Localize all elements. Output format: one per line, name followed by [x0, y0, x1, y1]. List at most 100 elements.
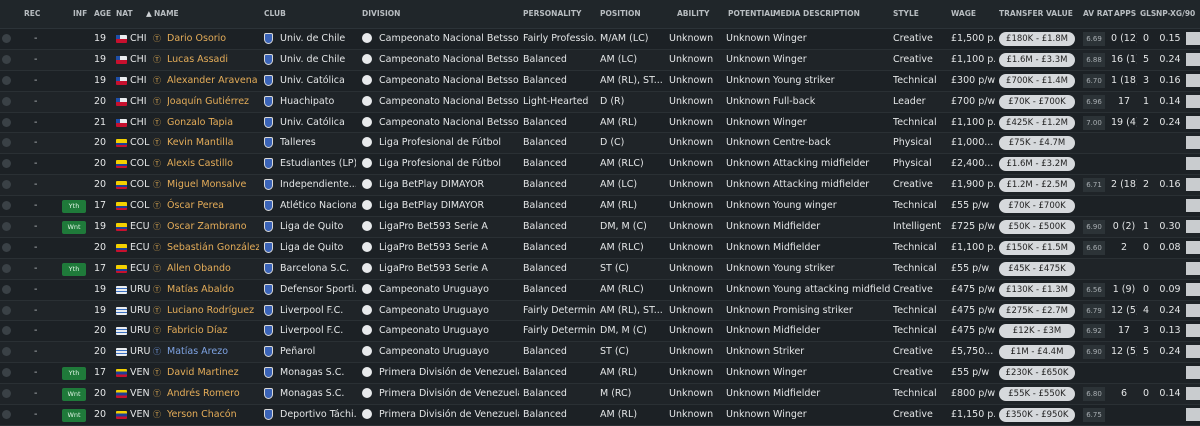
select-checkbox-icon[interactable] [2, 133, 12, 152]
col-nat-header[interactable]: NAT [116, 0, 133, 28]
select-checkbox-icon[interactable] [2, 29, 12, 48]
table-row[interactable]: - 19 URU Ⓣ Matías Abaldo Defensor Sporti... Ca… [0, 280, 1200, 301]
table-row[interactable]: - Wnt 20 VEN Ⓣ Yerson Chacón Deportivo Táchi..… [0, 405, 1200, 426]
select-checkbox-icon[interactable] [2, 384, 12, 403]
table-row[interactable]: - Yth 17 VEN Ⓣ David Martinez Monagas S.C. Prim… [0, 363, 1200, 385]
table-row[interactable]: - Wnt 19 ECU Ⓣ Oscar Zambrano Liga de Quito Lig… [0, 217, 1200, 238]
club-link[interactable]: Monagas S.C. [280, 384, 356, 403]
player-name-link[interactable]: Luciano Rodríguez [167, 301, 259, 320]
select-checkbox-icon[interactable] [2, 342, 12, 361]
col-inf-header[interactable]: INF [73, 0, 87, 28]
col-division-header[interactable]: DIVISION [362, 0, 400, 28]
col-wage-header[interactable]: WAGE [951, 0, 976, 28]
col-apps-header[interactable]: APPS [1114, 0, 1136, 28]
col-style-header[interactable]: STYLE [893, 0, 919, 28]
table-row[interactable]: - 19 CHI Ⓣ Lucas Assadi Univ. de Chile Campeon… [0, 49, 1200, 71]
select-checkbox-icon[interactable] [2, 113, 12, 132]
table-row[interactable]: - Yth 17 COL Ⓣ Óscar Perea Atlético Nacional Li… [0, 196, 1200, 218]
club-link[interactable]: Barcelona S.C. [280, 259, 356, 278]
division-link[interactable]: LigaPro Bet593 Serie A [379, 217, 519, 236]
table-row[interactable]: - 19 URU Ⓣ Luciano Rodríguez Liverpool F.C. Ca… [0, 300, 1200, 322]
select-checkbox-icon[interactable] [2, 71, 12, 90]
col-club-header[interactable]: CLUB [264, 0, 286, 28]
table-row[interactable]: - 19 CHI Ⓣ Dario Osorio Univ. de Chile Campeon… [0, 29, 1200, 50]
division-link[interactable]: LigaPro Bet593 Serie A [379, 238, 519, 257]
division-link[interactable]: Liga BetPlay DIMAYOR [379, 175, 519, 194]
select-checkbox-icon[interactable] [2, 321, 12, 340]
division-link[interactable]: Campeonato Nacional Betsson [379, 92, 519, 111]
col-rec-header[interactable]: REC [24, 0, 40, 28]
table-row[interactable]: - 20 COL Ⓣ Kevin Mantilla Talleres Liga Profes… [0, 133, 1200, 155]
club-link[interactable]: Univ. Católica [280, 113, 356, 132]
club-link[interactable]: Liverpool F.C. [280, 301, 356, 320]
col-name-header[interactable]: NAME [154, 0, 179, 28]
player-name-link[interactable]: Oscar Zambrano [167, 217, 259, 236]
select-checkbox-icon[interactable] [2, 175, 12, 194]
division-link[interactable]: Campeonato Nacional Betsson [379, 71, 519, 90]
player-name-link[interactable]: David Martinez [167, 363, 259, 382]
select-checkbox-icon[interactable] [2, 50, 12, 69]
division-link[interactable]: Primera División de Venezuela [379, 363, 519, 382]
club-link[interactable]: Peñarol [280, 342, 356, 361]
club-link[interactable]: Liga de Quito [280, 238, 356, 257]
player-name-link[interactable]: Fabricio Díaz [167, 321, 259, 340]
club-link[interactable]: Independiente... [280, 175, 356, 194]
division-link[interactable]: Primera División de Venezuela [379, 384, 519, 403]
player-name-link[interactable]: Miguel Monsalve [167, 175, 259, 194]
select-checkbox-icon[interactable] [2, 280, 12, 299]
club-link[interactable]: Atlético Nacional [280, 196, 356, 215]
club-link[interactable]: Defensor Sporti... [280, 280, 356, 299]
select-checkbox-icon[interactable] [2, 363, 12, 382]
player-name-link[interactable]: Andrés Romero [167, 384, 259, 403]
table-row[interactable]: - 19 CHI Ⓣ Alexander Aravena Univ. Católica Ca… [0, 71, 1200, 92]
division-link[interactable]: Campeonato Nacional Betsson [379, 113, 519, 132]
club-link[interactable]: Talleres [280, 133, 356, 152]
col-avrat-header[interactable]: AV RAT [1083, 0, 1113, 28]
player-name-link[interactable]: Dario Osorio [167, 29, 259, 48]
col-transfer-header[interactable]: TRANSFER VALUE [999, 0, 1073, 28]
table-row[interactable]: - 20 CHI Ⓣ Joaquín Gutiérrez Huachipato Campeo… [0, 91, 1200, 113]
club-link[interactable]: Estudiantes (LP) [280, 154, 356, 173]
table-row[interactable]: -20 ECU Ⓣ Sebastián González Liga de Quito Li… [0, 238, 1200, 259]
player-name-link[interactable]: Allen Obando [167, 259, 259, 278]
col-potential-header[interactable]: POTENTIAL [728, 0, 775, 28]
player-name-link[interactable]: Gonzalo Tapia [167, 113, 259, 132]
club-link[interactable]: Liga de Quito [280, 217, 356, 236]
division-link[interactable]: Campeonato Nacional Betsson [379, 29, 519, 48]
select-checkbox-icon[interactable] [2, 217, 12, 236]
player-name-link[interactable]: Kevin Mantilla [167, 133, 259, 152]
player-name-link[interactable]: Lucas Assadi [167, 50, 259, 69]
table-row[interactable]: - 20 COL Ⓣ Alexis Castillo Estudiantes (LP) Li… [0, 154, 1200, 176]
table-row[interactable]: - Wnt 20 VEN Ⓣ Andrés Romero Monagas S.C. Prime… [0, 384, 1200, 406]
select-checkbox-icon[interactable] [2, 301, 12, 320]
division-link[interactable]: Campeonato Uruguayo [379, 342, 519, 361]
player-name-link[interactable]: Alexander Aravena [167, 71, 259, 90]
col-npxg-header[interactable]: NP-XG/90 [1156, 0, 1195, 28]
club-link[interactable]: Univ. de Chile [280, 29, 356, 48]
select-checkbox-icon[interactable] [2, 196, 12, 215]
player-name-link[interactable]: Joaquín Gutiérrez [167, 92, 259, 111]
club-link[interactable]: Univ. de Chile [280, 50, 356, 69]
table-row[interactable]: - 20 URU Ⓣ Fabricio Díaz Liverpool F.C. Campeo… [0, 321, 1200, 343]
col-age-header[interactable]: AGE [94, 0, 111, 28]
select-checkbox-icon[interactable] [2, 92, 12, 111]
table-row[interactable]: - 20 COL Ⓣ Miguel Monsalve Independiente... Li… [0, 175, 1200, 197]
division-link[interactable]: Campeonato Uruguayo [379, 280, 519, 299]
club-link[interactable]: Monagas S.C. [280, 363, 356, 382]
player-name-link[interactable]: Matías Arezo [167, 342, 259, 361]
division-link[interactable]: LigaPro Bet593 Serie A [379, 259, 519, 278]
division-link[interactable]: Liga Profesional de Fútbol [379, 133, 519, 152]
col-position-header[interactable]: POSITION [600, 0, 641, 28]
player-name-link[interactable]: Sebastián González [167, 238, 259, 257]
division-link[interactable]: Campeonato Uruguayo [379, 301, 519, 320]
division-link[interactable]: Liga Profesional de Fútbol [379, 154, 519, 173]
table-row[interactable]: - 21 CHI Ⓣ Gonzalo Tapia Univ. Católica Campeo… [0, 113, 1200, 134]
club-link[interactable]: Huachipato [280, 92, 356, 111]
table-row[interactable]: - Yth 17 ECU Ⓣ Allen Obando Barcelona S.C. Liga… [0, 258, 1200, 280]
table-row[interactable]: - 20 URU Ⓣ Matías Arezo Peñarol Campeonato Uru… [0, 342, 1200, 364]
player-name-link[interactable]: Óscar Perea [167, 196, 259, 215]
col-media-header[interactable]: MEDIA DESCRIPTION [773, 0, 860, 28]
select-checkbox-icon[interactable] [2, 154, 12, 173]
division-link[interactable]: Campeonato Nacional Betsson [379, 50, 519, 69]
col-personality-header[interactable]: PERSONALITY [523, 0, 581, 28]
